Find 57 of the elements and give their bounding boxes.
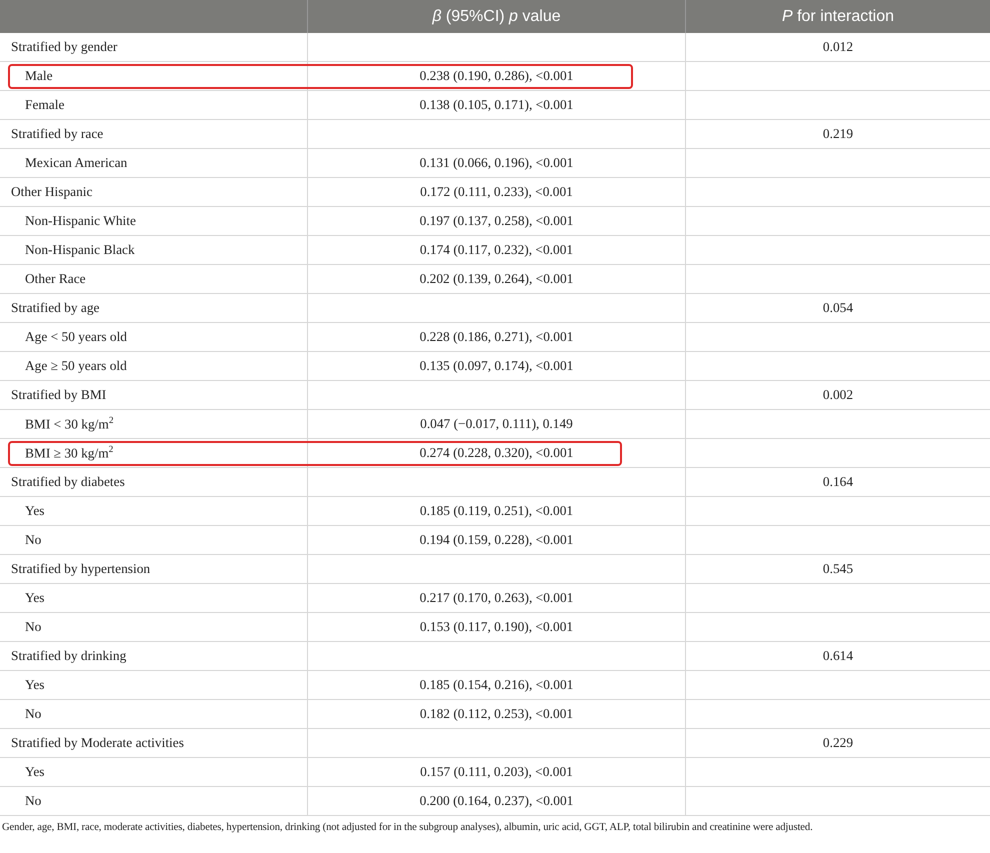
table-cell: 0.185 (0.119, 0.251), <0.001	[307, 497, 685, 525]
row-label: Female	[25, 97, 64, 113]
table-cell: 0.153 (0.117, 0.190), <0.001	[307, 613, 685, 641]
row-label: Non-Hispanic Black	[25, 242, 135, 258]
table-cell: 0.002	[685, 381, 990, 409]
table-cell: 0.197 (0.137, 0.258), <0.001	[307, 207, 685, 235]
row-label: No	[25, 532, 42, 548]
row-label: Stratified by age	[11, 300, 100, 316]
table-cell: 0.182 (0.112, 0.253), <0.001	[307, 700, 685, 728]
column-header: β (95%CI) p value	[432, 8, 561, 26]
table-cell: 0.614	[685, 642, 990, 670]
footnote: Gender, age, BMI, race, moderate activities, diabetes, hypertension, drinking (not adjusted for in the subgroup analyses), albumin, uric acid, GGT, ALP, total bilirubin and creatinine were adjusted.	[1, 821, 814, 833]
table-cell: 0.219	[685, 120, 990, 148]
row-label: Stratified by Moderate activities	[11, 735, 184, 751]
column-header: P for interaction	[782, 8, 894, 26]
table-cell: 0.174 (0.117, 0.232), <0.001	[307, 236, 685, 264]
row-label: Stratified by gender	[11, 39, 118, 55]
row-label: Yes	[25, 677, 44, 693]
table-cell: 0.131 (0.066, 0.196), <0.001	[307, 149, 685, 177]
table-cell: 0.217 (0.170, 0.263), <0.001	[307, 584, 685, 612]
row-label: Non-Hispanic White	[25, 213, 136, 229]
table-cell: 0.054	[685, 294, 990, 322]
row-label: Yes	[25, 590, 44, 606]
row-label: BMI ≥ 30 kg/m$^{2}$	[25, 444, 114, 462]
table-cell: 0.238 (0.190, 0.286), <0.001	[307, 62, 685, 90]
row-label: Stratified by drinking	[11, 648, 126, 664]
table-cell: 0.185 (0.154, 0.216), <0.001	[307, 671, 685, 699]
row-label: Other Race	[25, 271, 86, 287]
table-cell: 0.047 (−0.017, 0.111), 0.149	[307, 410, 685, 438]
table-cell: 0.164	[685, 468, 990, 496]
row-label: Other Hispanic	[11, 184, 92, 200]
table-cell: 0.172 (0.111, 0.233), <0.001	[307, 178, 685, 206]
row-label: No	[25, 793, 42, 809]
table-cell: 0.200 (0.164, 0.237), <0.001	[307, 787, 685, 815]
table-cell: 0.157 (0.111, 0.203), <0.001	[307, 758, 685, 786]
table-cell: 0.135 (0.097, 0.174), <0.001	[307, 352, 685, 380]
table-cell: 0.228 (0.186, 0.271), <0.001	[307, 323, 685, 351]
row-label: No	[25, 619, 42, 635]
row-label: Stratified by diabetes	[11, 474, 125, 490]
row-label: Age < 50 years old	[25, 329, 128, 345]
table-cell: 0.274 (0.228, 0.320), <0.001	[307, 439, 685, 467]
row-label: Age ≥ 50 years old	[25, 358, 127, 374]
row-label: No	[25, 706, 42, 722]
row-label: BMI < 30 kg/m$^{2}$	[25, 416, 114, 432]
row-label: Yes	[25, 764, 44, 780]
row-label: Male	[25, 68, 53, 84]
table-cell: 0.012	[685, 33, 990, 61]
table-cell: 0.138 (0.105, 0.171), <0.001	[307, 91, 685, 119]
row-label: Stratified by hypertension	[11, 561, 150, 577]
row-label: Stratified by race	[11, 126, 104, 142]
table-cell: 0.229	[685, 729, 990, 757]
row-label: Yes	[25, 503, 44, 519]
table-cell: 0.545	[685, 555, 990, 583]
table-cell: 0.202 (0.139, 0.264), <0.001	[307, 265, 685, 293]
row-label: Mexican American	[25, 155, 128, 171]
table-cell: 0.194 (0.159, 0.228), <0.001	[307, 526, 685, 554]
row-label: Stratified by BMI	[11, 387, 106, 403]
